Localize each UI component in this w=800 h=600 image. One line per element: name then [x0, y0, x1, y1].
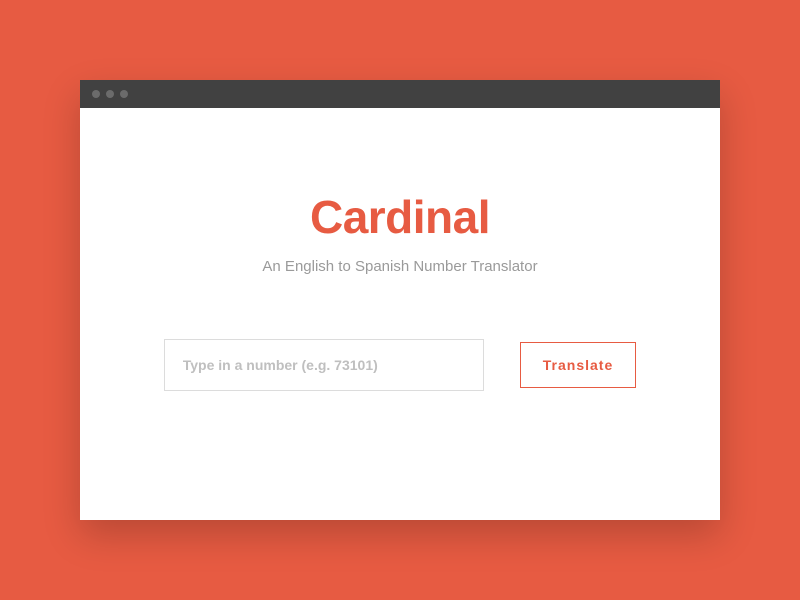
close-icon[interactable]	[92, 90, 100, 98]
app-window: Cardinal An English to Spanish Number Tr…	[80, 80, 720, 520]
translate-form: Translate	[164, 339, 636, 391]
maximize-icon[interactable]	[120, 90, 128, 98]
app-subtitle: An English to Spanish Number Translator	[262, 258, 537, 275]
window-titlebar	[80, 80, 720, 108]
main-content: Cardinal An English to Spanish Number Tr…	[80, 108, 720, 520]
app-title: Cardinal	[310, 190, 490, 244]
minimize-icon[interactable]	[106, 90, 114, 98]
number-input[interactable]	[164, 339, 484, 391]
translate-button[interactable]: Translate	[520, 342, 636, 388]
